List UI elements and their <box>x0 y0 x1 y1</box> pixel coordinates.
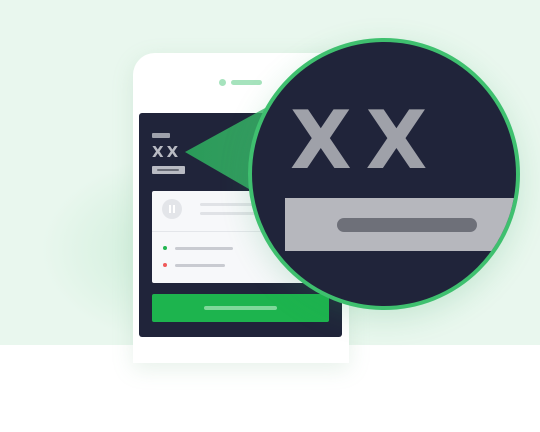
zoom-code-text: XX <box>290 94 442 187</box>
zoom-subtitle-line <box>337 218 477 232</box>
zoom-subtitle-bar <box>285 198 516 251</box>
magnifier-circle: XX <box>248 38 520 310</box>
